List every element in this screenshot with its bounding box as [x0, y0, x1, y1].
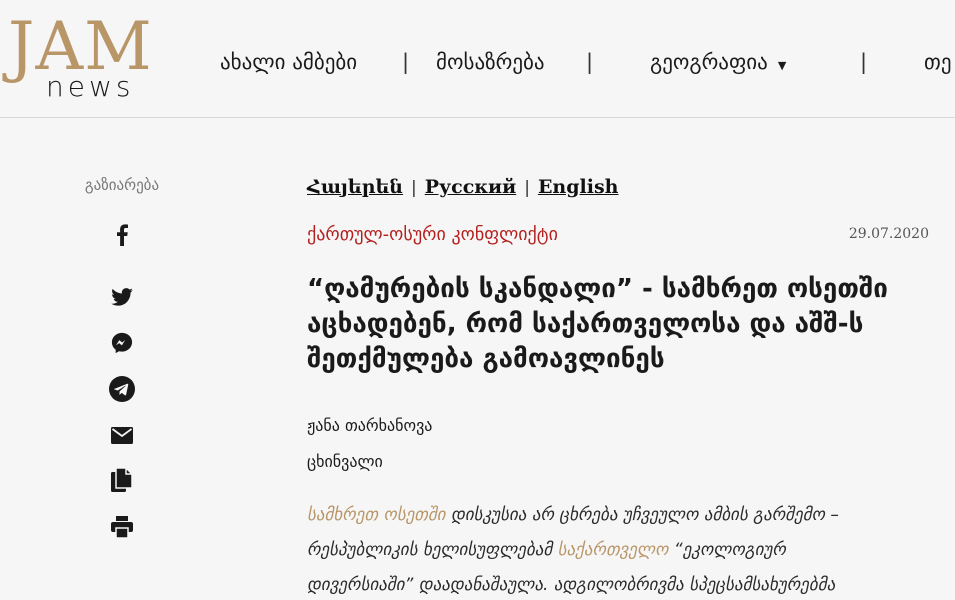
- site-header: JAM news ახალი ამბები | მოსაზრება | გეოგ…: [0, 0, 955, 118]
- nav-item-geography[interactable]: გეოგრაფია ▼: [650, 44, 786, 84]
- article-location: ცხინვალი: [307, 452, 383, 471]
- lang-link-english[interactable]: English: [538, 176, 619, 198]
- article-author: ჟანა თარხანოვა: [307, 416, 433, 435]
- copy-icon[interactable]: [109, 468, 135, 494]
- telegram-icon[interactable]: [109, 376, 135, 402]
- lang-separator: |: [524, 178, 530, 198]
- link-south-ossetia[interactable]: სამხრეთ ოსეთში: [307, 505, 446, 525]
- nav-separator: |: [402, 50, 410, 74]
- nav-separator: |: [586, 50, 594, 74]
- nav-item-geography-label: გეოგრაფია: [650, 50, 768, 74]
- nav-separator: |: [860, 50, 868, 74]
- article-category[interactable]: ქართულ-ოსური კონფლიქტი: [307, 224, 558, 245]
- messenger-icon[interactable]: [109, 330, 135, 356]
- language-switcher: Հայերեն | Русский | English: [307, 176, 618, 198]
- article-title: “ღამურების სკანდალი” - სამხრეთ ოსეთში აც…: [307, 274, 888, 374]
- facebook-icon[interactable]: [109, 222, 135, 248]
- twitter-icon[interactable]: [109, 284, 135, 310]
- jamnews-logo[interactable]: JAM news: [8, 14, 168, 104]
- share-label: გაზიარება: [84, 176, 160, 194]
- article-body: სამხრეთ ოსეთში დისკუსია არ ცხრება უჩვეულ…: [307, 498, 887, 600]
- lang-link-armenian[interactable]: Հայերեն: [307, 176, 403, 198]
- chevron-down-icon: ▼: [777, 59, 787, 72]
- nav-item-news[interactable]: ახალი ამბები: [220, 44, 357, 80]
- nav-item-opinion[interactable]: მოსაზრება: [436, 44, 545, 80]
- lang-separator: |: [410, 178, 417, 198]
- email-icon[interactable]: [109, 422, 135, 448]
- nav-item-themes[interactable]: თე: [924, 44, 951, 80]
- link-georgia[interactable]: საქართველო: [558, 540, 669, 560]
- logo-news-text: news: [46, 70, 135, 103]
- article-date: 29.07.2020: [848, 226, 929, 242]
- lang-link-russian[interactable]: Русский: [425, 176, 517, 198]
- print-icon[interactable]: [109, 514, 135, 540]
